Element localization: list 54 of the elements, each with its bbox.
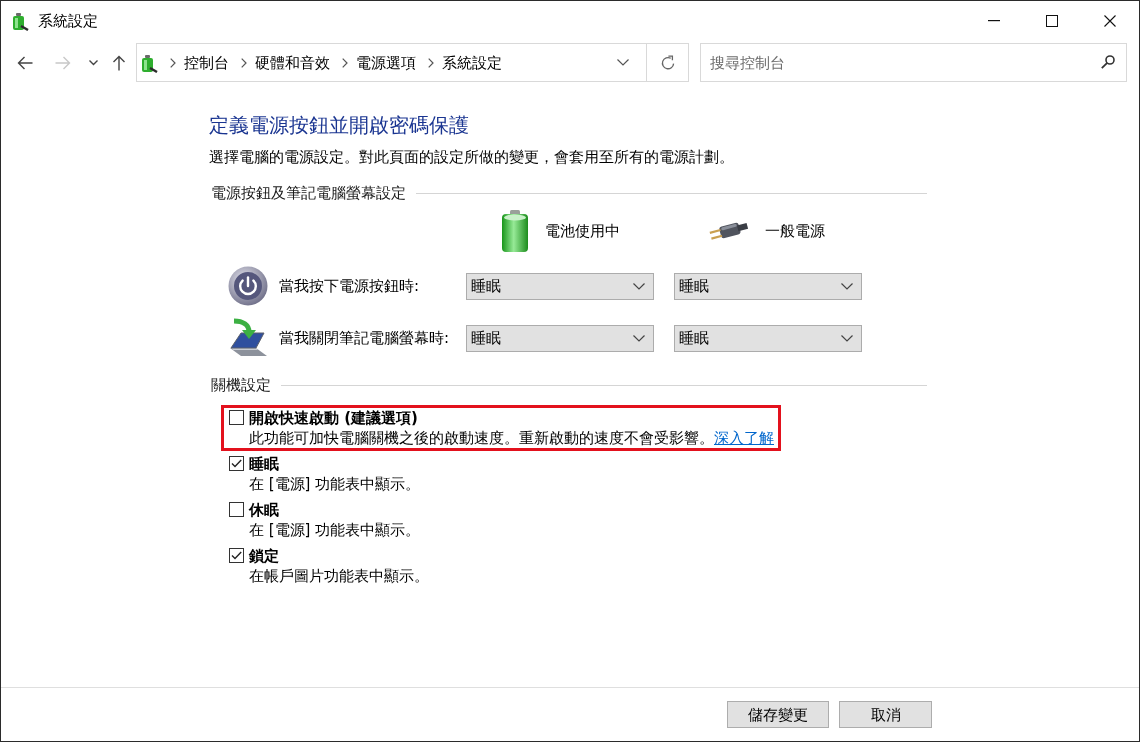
battery-icon bbox=[500, 210, 530, 252]
laptop-arrow-icon bbox=[228, 318, 268, 358]
breadcrumb-link[interactable]: 電源選項 bbox=[356, 52, 416, 73]
cancel-button[interactable]: 取消 bbox=[839, 701, 932, 728]
option-description: 此功能可加快電腦關機之後的啟動速度。重新啟動的速度不會受影響。深入了解 bbox=[249, 428, 774, 448]
dropdown[interactable]: 睡眠 bbox=[466, 272, 654, 300]
breadcrumb-link[interactable]: 硬體和音效 bbox=[255, 52, 330, 73]
refresh-icon[interactable] bbox=[659, 54, 676, 71]
checkbox[interactable] bbox=[229, 456, 244, 471]
option-description: 在 [電源] 功能表中顯示。 bbox=[249, 474, 421, 494]
option-description: 在 [電源] 功能表中顯示。 bbox=[249, 520, 421, 540]
minimize-icon[interactable] bbox=[988, 19, 1000, 22]
option-label: 開啟快速啟動 (建議選項) bbox=[249, 408, 419, 428]
search-field[interactable]: 搜尋控制台 bbox=[700, 43, 1127, 82]
chevron-right-icon bbox=[170, 57, 176, 68]
chevron-right-icon bbox=[342, 57, 348, 68]
breadcrumb-link[interactable]: 系統設定 bbox=[442, 52, 502, 73]
setting-label: 當我按下電源按鈕時: bbox=[279, 276, 420, 296]
column-label: 電池使用中 bbox=[545, 221, 620, 241]
checkbox[interactable] bbox=[229, 502, 244, 517]
option-label: 鎖定 bbox=[249, 546, 280, 566]
save-button[interactable]: 儲存變更 bbox=[727, 701, 829, 728]
window-title: 系統設定 bbox=[38, 10, 98, 31]
setting-label: 當我關閉筆記電腦螢幕時: bbox=[279, 328, 450, 348]
dropdown[interactable]: 睡眠 bbox=[674, 272, 862, 300]
checkbox[interactable] bbox=[229, 410, 244, 425]
section-title: 關機設定 bbox=[210, 375, 271, 395]
dropdown[interactable]: 睡眠 bbox=[466, 324, 654, 352]
page-description: 選擇電腦的電源設定。對此頁面的設定所做的變更，會套用至所有的電源計劃。 bbox=[209, 147, 735, 167]
option-label: 休眠 bbox=[249, 500, 280, 520]
chevron-down-icon[interactable] bbox=[617, 59, 629, 66]
chevron-right-icon bbox=[241, 57, 247, 68]
option-description: 在帳戶圖片功能表中顯示。 bbox=[249, 566, 429, 586]
chevron-right-icon bbox=[428, 57, 434, 68]
up-arrow-icon[interactable] bbox=[113, 54, 125, 71]
breadcrumb-link[interactable]: 控制台 bbox=[184, 52, 229, 73]
back-arrow-icon[interactable] bbox=[17, 54, 33, 71]
section-title: 電源按鈕及筆記電腦螢幕設定 bbox=[210, 183, 406, 203]
page-heading: 定義電源按鈕並開啟密碼保護 bbox=[209, 112, 470, 139]
search-icon[interactable] bbox=[1101, 55, 1115, 69]
column-label: 一般電源 bbox=[765, 221, 825, 241]
chevron-down-icon bbox=[633, 334, 645, 342]
chevron-down-icon bbox=[841, 334, 853, 342]
close-icon[interactable] bbox=[1104, 14, 1116, 27]
chevron-down-icon bbox=[633, 282, 645, 290]
address-bar[interactable]: 控制台 硬體和音效 電源選項 系統設定 bbox=[136, 43, 689, 82]
chevron-down-icon[interactable] bbox=[89, 59, 98, 66]
maximize-icon[interactable] bbox=[1046, 14, 1058, 27]
checkbox[interactable] bbox=[229, 548, 244, 563]
power-icon bbox=[228, 266, 268, 306]
option-label: 睡眠 bbox=[249, 454, 280, 474]
chevron-down-icon bbox=[841, 282, 853, 290]
learn-more-link[interactable]: 深入了解 bbox=[714, 429, 774, 447]
dropdown[interactable]: 睡眠 bbox=[674, 324, 862, 352]
